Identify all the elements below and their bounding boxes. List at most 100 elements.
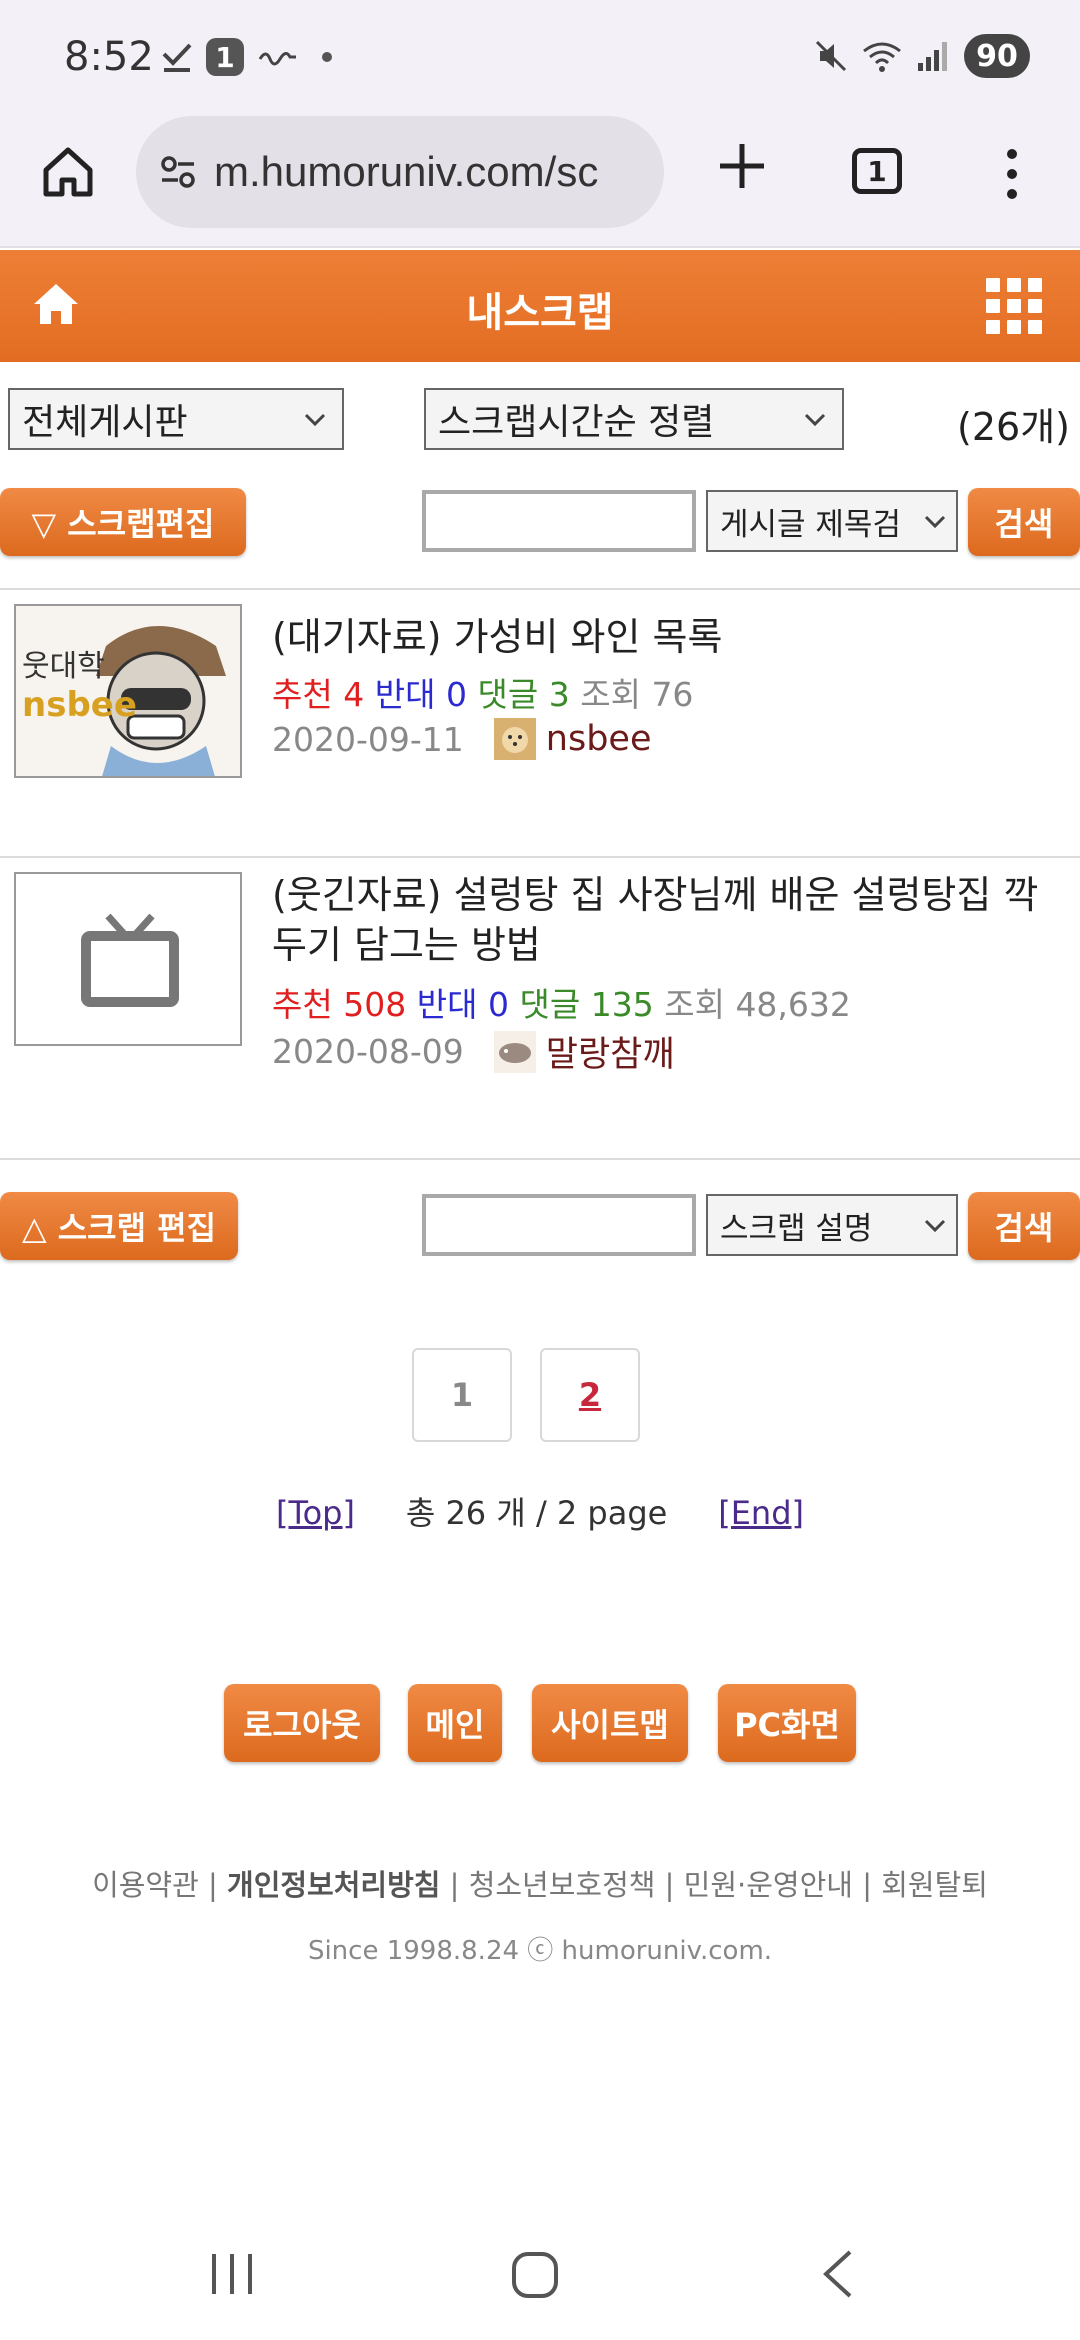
search-button-top[interactable]: 검색 [968, 488, 1080, 556]
more-notifications-dot [322, 52, 332, 62]
recommend-label: 추천 [272, 675, 333, 714]
chevron-down-icon [924, 1219, 946, 1233]
site-settings-icon[interactable] [160, 154, 196, 190]
scrap-edit-button-top[interactable]: ▽ 스크랩편집 [0, 488, 246, 556]
page-summary: [Top] 총 26 개 / 2 page [End] [0, 1488, 1080, 1534]
recent-apps-icon[interactable] [212, 2254, 252, 2294]
sort-select-value: 스크랩시간순 정렬 [438, 402, 715, 443]
page-summary-text: 총 26 개 / 2 page [405, 1494, 668, 1532]
support-link[interactable]: 민원·운영안내 [684, 1868, 853, 1902]
page-title: 내스크랩 [466, 290, 614, 336]
divider [0, 1158, 1080, 1160]
page-1-link[interactable]: 1 [412, 1348, 512, 1442]
board-select[interactable]: 전체게시판 [8, 388, 344, 450]
item-stats: 추천 4 반대 0 댓글 3 조회 76 [272, 668, 693, 716]
tab-switcher-button[interactable]: 1 [852, 148, 902, 194]
comments-label: 댓글 [477, 675, 539, 714]
battery-indicator: 90 [964, 34, 1030, 78]
status-time: 8:52 [64, 34, 154, 80]
sitemap-button[interactable]: 사이트맵 [532, 1684, 688, 1762]
more-menu-icon[interactable] [1000, 146, 1024, 202]
recommend-count: 508 [343, 985, 407, 1024]
item-title[interactable]: (대기자료) 가성비 와인 목록 [272, 612, 1066, 662]
signal-icon [918, 42, 947, 71]
pc-view-button[interactable]: PC화면 [718, 1684, 856, 1762]
notification-badge: 1 [206, 38, 244, 76]
search-field-select-top[interactable]: 게시글 제목검 [706, 490, 958, 552]
item-date-author: 2020-09-11 nsbee [272, 718, 651, 760]
item-title[interactable]: (웃긴자료) 설렁탕 집 사장님께 배운 설렁탕집 깍두기 담그는 방법 [272, 870, 1066, 970]
item-author[interactable]: 말랑참깨 [546, 1026, 675, 1077]
top-link[interactable]: [Top] [276, 1494, 355, 1532]
page-2-current[interactable]: 2 [540, 1348, 640, 1442]
search-field-value-top: 게시글 제목검 [720, 506, 901, 543]
chevron-down-icon [924, 515, 946, 529]
oppose-label: 반대 [416, 985, 478, 1024]
footer-links: 이용약관 | 개인정보처리방침 | 청소년보호정책 | 민원·운영안내 | 회원… [0, 1862, 1080, 1904]
search-button-bottom[interactable]: 검색 [968, 1192, 1080, 1260]
browser-home-icon[interactable] [38, 142, 98, 202]
chevron-down-icon [304, 413, 326, 427]
item-date-author: 2020-08-09 말랑참깨 [272, 1026, 675, 1077]
status-system-icons: 90 [814, 34, 1030, 78]
home-nav-icon[interactable] [512, 2252, 558, 2298]
oppose-count: 0 [487, 985, 509, 1024]
wifi-icon [863, 42, 901, 72]
end-link[interactable]: [End] [718, 1494, 804, 1532]
divider [0, 856, 1080, 858]
terms-link[interactable]: 이용약관 [92, 1868, 199, 1902]
privacy-link[interactable]: 개인정보처리방침 [227, 1868, 440, 1902]
views-label: 조회 [580, 675, 641, 714]
chevron-down-icon [804, 413, 826, 427]
item-date: 2020-09-11 [272, 719, 464, 759]
search-input-top[interactable] [422, 490, 696, 552]
separator: | [655, 1868, 684, 1902]
address-bar[interactable]: m.humoruniv.com/sc [136, 116, 664, 228]
list-item[interactable]: (웃긴자료) 설렁탕 집 사장님께 배운 설렁탕집 깍두기 담그는 방법 추천 … [0, 860, 1080, 1156]
views-count: 48,632 [735, 985, 851, 1024]
list-item[interactable]: 웃대학 nsbee (대기자료) 가성비 와인 목록 추천 4 반대 0 댓글 … [0, 600, 1080, 854]
browser-toolbar: m.humoruniv.com/sc 1 [0, 112, 1080, 248]
comments-count: 135 [590, 985, 654, 1024]
oppose-count: 0 [445, 675, 467, 714]
copyright: Since 1998.8.24 ⓒ humoruniv.com. [307, 1936, 773, 1966]
system-nav-bar [212, 2250, 852, 2298]
thumbnail-text: 웃대학 [22, 649, 105, 684]
recommend-label: 추천 [272, 985, 333, 1024]
comments-label: 댓글 [519, 985, 581, 1024]
withdraw-link[interactable]: 회원탈퇴 [881, 1868, 988, 1902]
separator: | [198, 1868, 228, 1902]
status-notification-icons: 1 [162, 38, 332, 76]
search-input-bottom[interactable] [422, 1194, 696, 1256]
status-bar: 8:52 1 90 [0, 0, 1080, 112]
user-avatar-icon [493, 1030, 536, 1073]
app-notification-icon [258, 52, 296, 66]
oppose-label: 반대 [374, 675, 436, 714]
main-button[interactable]: 메인 [408, 1684, 502, 1762]
tv-placeholder-icon [16, 874, 240, 1044]
search-field-select-bottom[interactable]: 스크랩 설명 [706, 1194, 958, 1256]
board-select-value: 전체게시판 [22, 402, 188, 443]
site-header: 내스크랩 [0, 250, 1080, 362]
item-date: 2020-08-09 [272, 1032, 464, 1071]
user-avatar-icon [493, 718, 536, 760]
scrap-edit-button-bottom[interactable]: △ 스크랩 편집 [0, 1192, 238, 1260]
back-nav-icon[interactable] [823, 2250, 852, 2298]
item-author[interactable]: nsbee [546, 719, 652, 759]
avatar-illustration: 웃대학 nsbee [16, 606, 240, 776]
sort-select[interactable]: 스크랩시간순 정렬 [424, 388, 844, 450]
recommend-count: 4 [343, 675, 365, 714]
separator: | [440, 1868, 469, 1902]
thumbnail-text: nsbee [22, 685, 137, 725]
new-tab-icon[interactable] [712, 136, 772, 196]
mute-icon [815, 40, 847, 72]
search-field-value-bottom: 스크랩 설명 [720, 1210, 873, 1247]
item-thumbnail[interactable]: 웃대학 nsbee [14, 604, 242, 778]
divider [0, 588, 1080, 590]
youth-policy-link[interactable]: 청소년보호정책 [469, 1868, 656, 1902]
logout-button[interactable]: 로그아웃 [224, 1684, 380, 1762]
check-icon [162, 43, 192, 72]
item-thumbnail[interactable] [14, 872, 242, 1046]
item-stats: 추천 508 반대 0 댓글 135 조회 48,632 [272, 978, 851, 1026]
menu-grid-icon[interactable] [986, 278, 1042, 334]
